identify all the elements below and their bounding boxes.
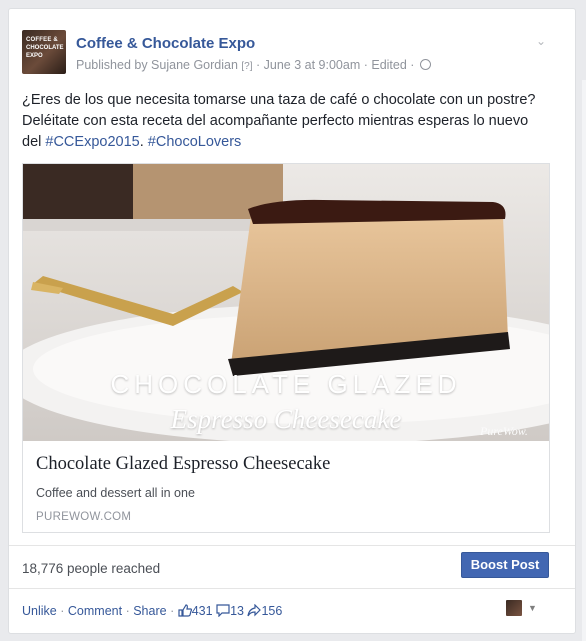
share-link[interactable]: Share — [133, 604, 166, 618]
thumbs-up-icon[interactable] — [178, 604, 192, 620]
globe-icon[interactable] — [419, 59, 431, 70]
page-name-link[interactable]: Coffee & Chocolate Expo — [76, 35, 255, 52]
link-description: Coffee and dessert all in one — [36, 486, 195, 500]
share-arrow-icon[interactable] — [247, 603, 262, 620]
actions-divider — [9, 588, 575, 589]
acting-as-avatar[interactable] — [506, 600, 522, 616]
image-title-line-1: CHOCOLATE GLAZED — [110, 369, 462, 399]
image-title-line-2: Espresso Cheesecake — [170, 404, 402, 434]
unlike-link[interactable]: Unlike — [22, 604, 57, 618]
share-count[interactable]: 156 — [261, 604, 282, 618]
like-count[interactable]: 431 — [192, 604, 213, 618]
published-by[interactable]: Published by Sujane Gordian — [76, 58, 238, 72]
help-marker[interactable]: [?] — [241, 61, 252, 72]
caret-down-icon[interactable]: ▼ — [528, 603, 537, 613]
image-watermark: PureWow. — [480, 424, 528, 438]
edited-label[interactable]: Edited — [371, 58, 406, 72]
boost-post-button[interactable]: Boost Post — [461, 552, 549, 578]
avatar-text-line-3: EXPO — [26, 53, 43, 59]
post-meta: Published by Sujane Gordian [?] · June 3… — [76, 58, 431, 72]
link-preview-card[interactable]: CHOCOLATE GLAZED Espresso Cheesecake Pur… — [22, 163, 550, 533]
link-title[interactable]: Chocolate Glazed Espresso Cheesecake — [36, 454, 330, 475]
avatar-text-line-1: COFFEE & — [26, 37, 58, 43]
avatar-text-line-2: CHOCOLATE — [26, 45, 64, 51]
page-edge — [582, 80, 586, 641]
reach-count[interactable]: 18,776 people reached — [22, 561, 160, 576]
comment-bubble-icon[interactable] — [216, 604, 230, 620]
comment-count[interactable]: 13 — [230, 604, 244, 618]
hashtag-chocolovers[interactable]: #ChocoLovers — [148, 134, 242, 150]
hashtag-ccexpo[interactable]: #CCExpo2015 — [45, 134, 139, 150]
page-avatar[interactable]: COFFEE & CHOCOLATE EXPO — [22, 30, 66, 74]
post-options-chevron-icon[interactable]: ⌄ — [536, 34, 546, 48]
comment-link[interactable]: Comment — [68, 604, 122, 618]
post-date[interactable]: June 3 at 9:00am — [264, 58, 361, 72]
post-text: ¿Eres de los que necesita tomarse una ta… — [22, 92, 536, 150]
stats-divider — [9, 545, 575, 546]
action-bar: Unlike · Comment · Share · 431 13 156 — [22, 603, 283, 620]
link-domain: PUREWOW.COM — [36, 511, 132, 523]
